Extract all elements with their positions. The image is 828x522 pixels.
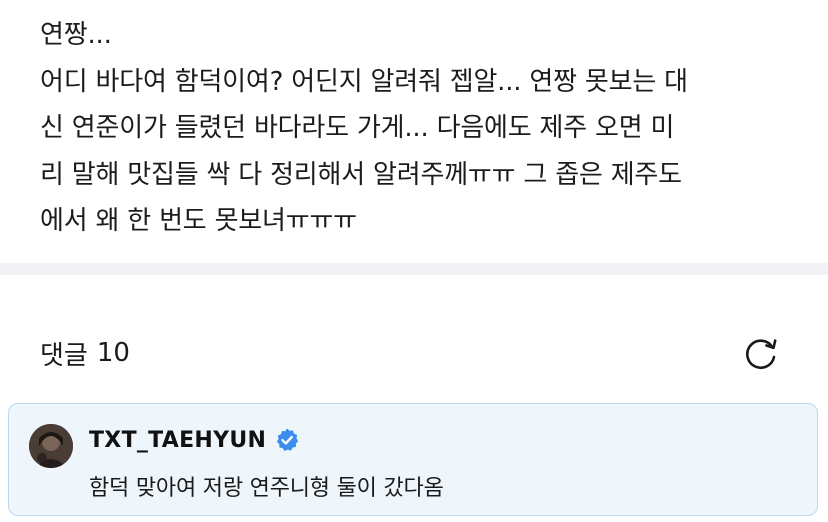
verified-badge-icon [277,428,299,451]
post-text-line: 어디 바다여 함덕이여? 어딘지 알려줘 젭알... 연짱 못보는 대 [40,66,688,97]
refresh-button[interactable] [739,331,783,375]
post-text-line: 에서 왜 한 번도 못보녀ㅠㅠㅠ [40,206,357,236]
section-divider [0,263,828,275]
comment-author[interactable]: TXT_TAEHYUN [89,424,300,456]
refresh-icon [746,339,777,370]
comments-label: 댓글 [40,340,88,371]
comment-text: 함덕 맞아여 저랑 연주니형 둘이 갔다옴 [89,476,444,501]
comment-card[interactable]: TXT_TAEHYUN 함덕 맞아여 저랑 연주니형 둘이 갔다옴 [8,403,818,516]
comments-header: 댓글 10 [40,331,130,375]
post-text-line: 신 연준이가 들렸던 바다라도 가게... 다음에도 제주 오면 미 [40,113,675,143]
comments-count: 10 [96,338,130,368]
post-body: 연짱... 어디 바다여 함덕이여? 어딘지 알려줘 젭알... 연짱 못보는 … [40,12,800,245]
avatar[interactable] [29,424,73,468]
post-text-line: 리 말해 맛집들 싹 다 정리해서 알려주께ㅠㅠ 그 좁은 제주도 [40,159,682,190]
author-name[interactable]: TXT_TAEHYUN [89,428,266,453]
post-text-line: 연짱... [40,20,112,50]
